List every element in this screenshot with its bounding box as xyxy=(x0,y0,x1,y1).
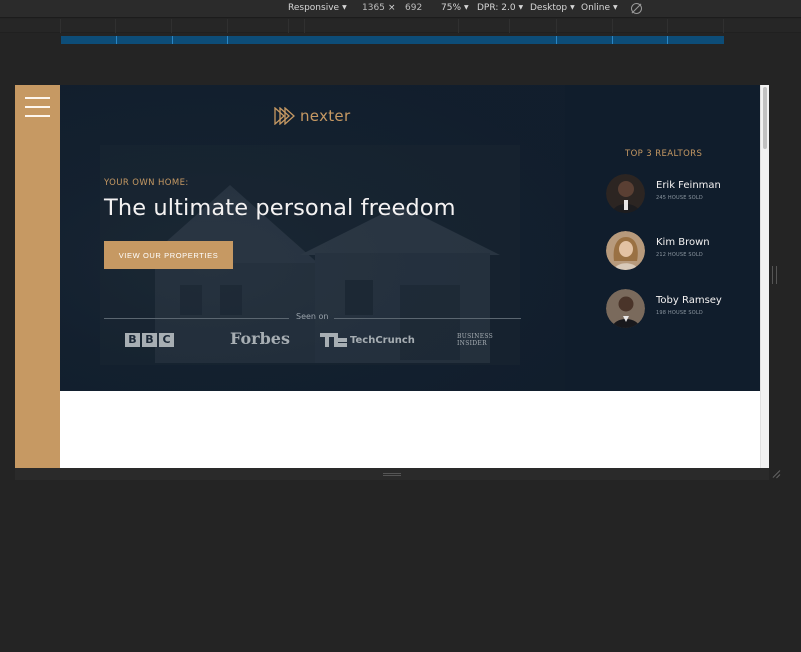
techcrunch-icon xyxy=(320,333,347,347)
chevron-down-icon: ▼ xyxy=(570,4,575,11)
realtor-name: Kim Brown xyxy=(656,237,710,248)
device-resize-bar[interactable] xyxy=(15,468,769,480)
device-viewport: nexter YOUR OWN HOME: The ultimate perso… xyxy=(15,85,769,468)
user-agent-dropdown[interactable]: Desktop ▼ xyxy=(530,3,575,13)
realtors-panel: TOP 3 REALTORS Erik Feinman 245 HOUSE SO… xyxy=(565,85,760,391)
network-throttle-dropdown[interactable]: Online ▼ xyxy=(581,3,618,13)
logo-icon xyxy=(274,107,295,125)
realtor-card[interactable]: Kim Brown 212 HOUSE SOLD xyxy=(606,231,756,271)
hero-eyebrow: YOUR OWN HOME: xyxy=(104,178,189,188)
height-input[interactable]: 692 xyxy=(405,3,422,13)
resize-grip-icon[interactable] xyxy=(383,473,401,476)
forbes-logo: Forbes xyxy=(230,329,290,348)
ruler xyxy=(0,19,801,33)
divider xyxy=(334,318,521,319)
realtor-name: Erik Feinman xyxy=(656,180,721,191)
rotate-icon[interactable] xyxy=(631,3,642,14)
chevron-down-icon: ▼ xyxy=(613,4,618,11)
width-input[interactable]: 1365 xyxy=(362,3,385,13)
realtors-title: TOP 3 REALTORS xyxy=(625,149,703,159)
scrollbar-thumb[interactable] xyxy=(763,87,767,149)
techcrunch-logo: TechCrunch xyxy=(320,333,415,347)
bbc-letter: C xyxy=(159,333,174,347)
realtor-card[interactable]: Toby Ramsey 198 HOUSE SOLD xyxy=(606,289,756,329)
avatar xyxy=(606,231,645,270)
realtor-sold: 198 HOUSE SOLD xyxy=(656,310,703,316)
dpr-dropdown[interactable]: DPR: 2.0 ▼ xyxy=(477,3,523,13)
device-mode-dropdown[interactable]: Responsive ▼ xyxy=(288,3,347,13)
chevron-down-icon: ▼ xyxy=(464,4,469,11)
business-insider-line: INSIDER xyxy=(457,340,487,347)
sidebar xyxy=(15,85,60,468)
logo-text: nexter xyxy=(300,107,351,125)
devtools-device-toolbar: Responsive ▼ 1365 × 692 75% ▼ DPR: 2.0 ▼ De… xyxy=(0,0,801,18)
hero-headline: The ultimate personal freedom xyxy=(104,195,456,221)
zoom-dropdown[interactable]: 75% ▼ xyxy=(441,3,469,13)
device-mode-label: Responsive xyxy=(288,3,340,13)
realtor-card[interactable]: Erik Feinman 245 HOUSE SOLD xyxy=(606,174,756,214)
business-insider-logo: BUSINESS INSIDER xyxy=(457,333,493,347)
view-properties-button[interactable]: VIEW OUR PROPERTIES xyxy=(104,241,233,269)
dimension-separator: × xyxy=(388,3,396,13)
seen-on-label: Seen on xyxy=(296,312,329,321)
zoom-label: 75% xyxy=(441,3,462,13)
media-query-bar[interactable] xyxy=(61,36,724,44)
hero-header: nexter YOUR OWN HOME: The ultimate perso… xyxy=(60,85,565,391)
chevron-down-icon: ▼ xyxy=(342,4,347,11)
avatar xyxy=(606,174,645,213)
network-label: Online xyxy=(581,3,611,13)
resize-grip-icon[interactable] xyxy=(772,266,777,284)
realtor-sold: 212 HOUSE SOLD xyxy=(656,252,703,258)
divider xyxy=(104,318,289,319)
bbc-logo: B B C xyxy=(125,333,174,347)
dpr-label: DPR: 2.0 xyxy=(477,3,516,13)
corner-resize-icon[interactable] xyxy=(772,470,780,478)
business-insider-line: BUSINESS xyxy=(457,333,494,340)
avatar xyxy=(606,289,645,328)
techcrunch-text: TechCrunch xyxy=(350,334,415,346)
realtor-sold: 245 HOUSE SOLD xyxy=(656,195,703,201)
realtor-name: Toby Ramsey xyxy=(656,295,722,306)
nexter-logo[interactable]: nexter xyxy=(274,106,350,126)
bbc-letter: B xyxy=(142,333,157,347)
page-scrollbar[interactable] xyxy=(760,85,769,468)
menu-icon[interactable] xyxy=(25,97,50,117)
bbc-letter: B xyxy=(125,333,140,347)
user-agent-label: Desktop xyxy=(530,3,568,13)
chevron-down-icon: ▼ xyxy=(518,4,524,11)
